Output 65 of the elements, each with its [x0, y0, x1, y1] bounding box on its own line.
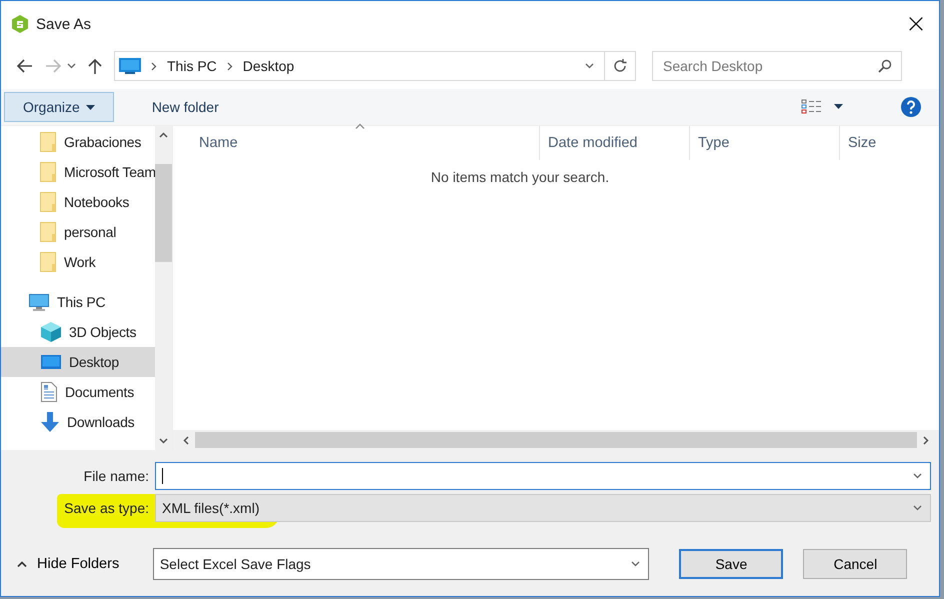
app-logo-icon [12, 15, 28, 33]
file-name-field[interactable] [155, 462, 931, 490]
column-header[interactable]: Date modified [539, 126, 689, 160]
save-flags-dropdown[interactable]: Select Excel Save Flags [152, 548, 650, 580]
view-options-icon[interactable] [801, 99, 845, 115]
breadcrumb-item[interactable]: Desktop [242, 58, 294, 74]
search-icon[interactable] [878, 59, 892, 73]
field-label: Save as type: [63, 500, 149, 516]
folder-icon [40, 162, 56, 182]
monitor-icon [41, 355, 61, 369]
field-label: File name: [82, 468, 149, 484]
refresh-icon[interactable] [613, 59, 627, 73]
window-title: Save As [36, 16, 92, 32]
breadcrumb-separator-icon [151, 62, 157, 70]
vertical-scrollbar[interactable] [155, 126, 172, 450]
dialog-button[interactable]: Save [679, 549, 784, 579]
nav-item[interactable]: Work [1, 247, 155, 277]
breadcrumb-separator-icon [226, 62, 233, 70]
close-button[interactable]: × [893, 1, 939, 47]
chevron-down-icon[interactable] [913, 505, 922, 511]
nav-item[interactable]: Downloads [1, 407, 155, 437]
scroll-down-icon[interactable] [159, 438, 168, 444]
search-field[interactable]: Search Desktop [652, 51, 902, 81]
cube-icon [41, 322, 61, 342]
nav-item[interactable]: This PC [1, 287, 155, 317]
folder-icon [40, 222, 56, 242]
hide-folders-button[interactable]: Hide Folders [1, 556, 145, 572]
address-bar[interactable]: This PC Desktop [114, 51, 636, 81]
chevron-down-icon[interactable] [585, 63, 594, 69]
sort-caret-icon [355, 123, 365, 129]
scroll-right-icon[interactable] [923, 436, 929, 444]
folder-icon [40, 192, 56, 212]
back-arrow-icon[interactable] [17, 59, 33, 73]
nav-item[interactable]: 3D Objects [1, 317, 155, 347]
horizontal-scrollbar[interactable] [173, 430, 939, 450]
monitor-icon [119, 58, 141, 74]
caret-icon [86, 104, 95, 110]
scroll-up-icon[interactable] [159, 132, 168, 138]
column-header[interactable]: Type [689, 126, 839, 160]
dialog-button[interactable]: Cancel [803, 549, 908, 579]
nav-item[interactable]: Desktop [1, 347, 155, 377]
file-type-dropdown[interactable]: XML files(*.xml) [155, 494, 931, 522]
column-header[interactable]: Name [199, 126, 539, 160]
chevron-down-icon[interactable] [913, 473, 922, 479]
nav-item[interactable]: Documents [1, 377, 155, 407]
download-arrow-icon [41, 412, 59, 432]
help-icon[interactable] [901, 97, 921, 117]
monitor-icon [29, 294, 49, 310]
document-icon [41, 382, 57, 402]
folder-icon [40, 132, 56, 152]
nav-item[interactable]: Microsoft Team [1, 157, 155, 187]
chevron-down-icon[interactable] [631, 561, 640, 567]
breadcrumb-item[interactable]: This PC [167, 58, 217, 74]
scroll-left-icon[interactable] [183, 436, 189, 444]
empty-message: No items match your search. [430, 169, 610, 185]
caret-up-icon [17, 561, 27, 567]
nav-item[interactable]: personal [1, 217, 155, 247]
column-header[interactable]: Size [839, 126, 939, 160]
folder-icon [40, 252, 56, 272]
new-folder-button[interactable]: New folder [134, 92, 237, 122]
organize-button[interactable]: Organize [4, 92, 114, 122]
up-arrow-icon[interactable] [88, 58, 102, 74]
nav-item[interactable]: Grabaciones [1, 127, 155, 157]
nav-item[interactable]: Notebooks [1, 187, 155, 217]
chevron-down-icon[interactable] [67, 63, 76, 69]
